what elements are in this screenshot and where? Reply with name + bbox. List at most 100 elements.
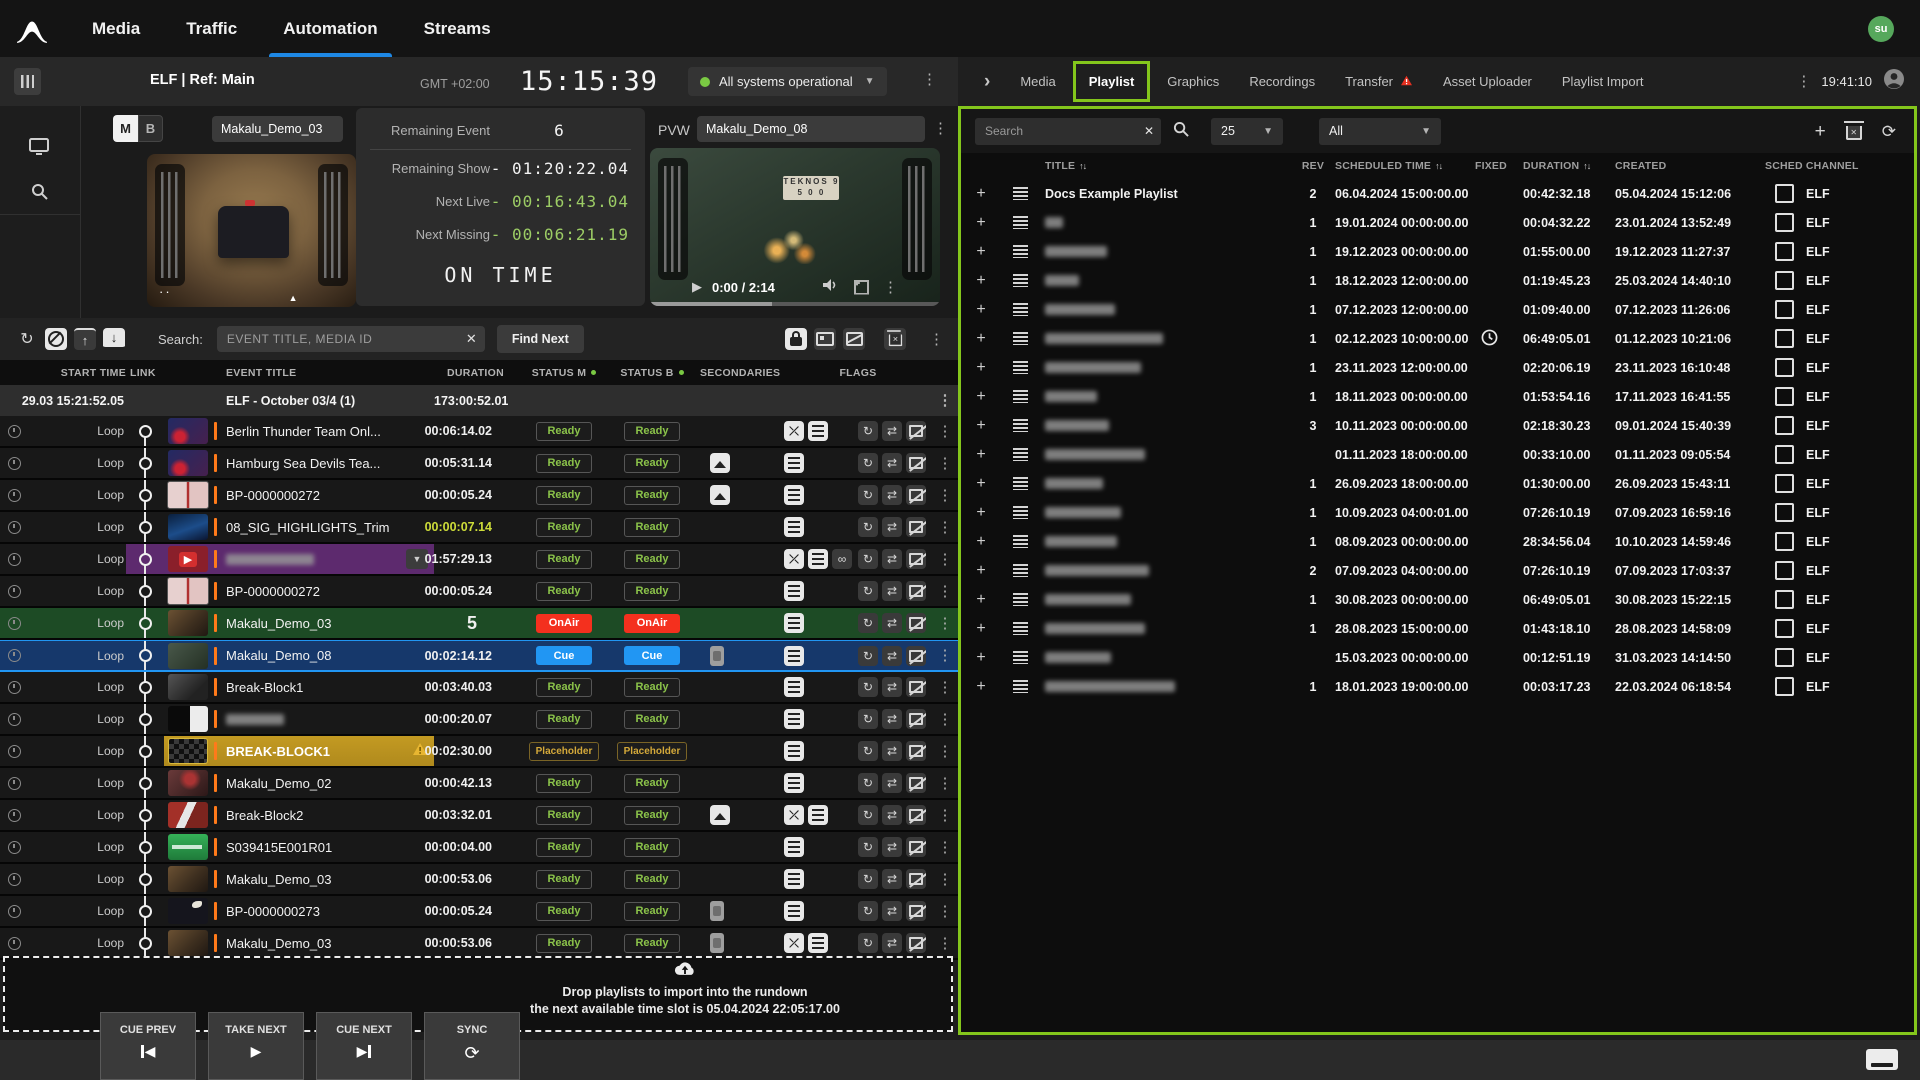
split-icon[interactable]: ⇄ bbox=[882, 646, 902, 666]
shuffle-icon[interactable]: ⤫ bbox=[784, 933, 804, 953]
delete-playlist-icon[interactable]: ✕ bbox=[1846, 126, 1862, 140]
row-kebab-menu[interactable]: ⋮ bbox=[932, 736, 958, 766]
graphics-disabled-icon[interactable] bbox=[906, 613, 926, 633]
fullscreen-icon[interactable] bbox=[854, 280, 869, 295]
repeat-icon[interactable]: ↻ bbox=[858, 485, 878, 505]
playlist-row[interactable]: +15.03.2023 00:00:00.0000:12:51.1931.03.… bbox=[961, 643, 1914, 672]
panel-tab-transfer[interactable]: Transfer bbox=[1345, 74, 1413, 89]
page-size-select[interactable]: 25▼ bbox=[1211, 118, 1283, 145]
add-to-rundown-icon[interactable]: + bbox=[961, 243, 1001, 261]
pgm-b-button[interactable]: B bbox=[138, 115, 163, 142]
system-status-dropdown[interactable]: All systems operational ▼ bbox=[688, 67, 887, 96]
channel-checkbox[interactable] bbox=[1775, 329, 1794, 348]
playlist-row[interactable]: +118.01.2023 19:00:00.0000:03:17.2322.03… bbox=[961, 672, 1914, 701]
secondary-list-icon[interactable] bbox=[784, 837, 804, 857]
row-kebab-menu[interactable]: ⋮ bbox=[932, 576, 958, 606]
graphics-disabled-icon[interactable] bbox=[906, 837, 926, 857]
nav-tab-media[interactable]: Media bbox=[92, 0, 140, 57]
split-icon[interactable]: ⇄ bbox=[882, 933, 902, 953]
nav-tab-traffic[interactable]: Traffic bbox=[186, 0, 237, 57]
secondary-list-icon[interactable] bbox=[808, 421, 828, 441]
repeat-icon[interactable]: ↻ bbox=[858, 869, 878, 889]
add-to-rundown-icon[interactable]: + bbox=[961, 214, 1001, 232]
repeat-icon[interactable]: ↻ bbox=[858, 933, 878, 953]
infinite-loop-icon[interactable]: ∞ bbox=[832, 549, 852, 569]
add-to-rundown-icon[interactable]: + bbox=[961, 562, 1001, 580]
channel-checkbox[interactable] bbox=[1775, 503, 1794, 522]
row-kebab-menu[interactable]: ⋮ bbox=[932, 608, 958, 638]
playlist-row[interactable]: +107.12.2023 12:00:00.0001:09:40.0007.12… bbox=[961, 295, 1914, 324]
nav-tab-streams[interactable]: Streams bbox=[424, 0, 491, 57]
pvw-video-preview[interactable]: TEKNOS 9 5 0 0 ▶ 0:00 / 2:14 ⋮ bbox=[650, 148, 940, 306]
pgm-m-button[interactable]: M bbox=[113, 115, 138, 142]
channel-checkbox[interactable] bbox=[1775, 648, 1794, 667]
rundown-row[interactable]: LoopHamburg Sea Devils Tea...00:05:31.14… bbox=[0, 448, 958, 480]
pgm-expand-arrow-icon[interactable]: ▲ bbox=[289, 293, 298, 303]
row-kebab-menu[interactable]: ⋮ bbox=[932, 800, 958, 830]
playlist-row[interactable]: +118.12.2023 12:00:00.0001:19:45.2325.03… bbox=[961, 266, 1914, 295]
split-icon[interactable]: ⇄ bbox=[882, 485, 902, 505]
playlist-row[interactable]: +128.08.2023 15:00:00.0001:43:18.1028.08… bbox=[961, 614, 1914, 643]
sort-icon[interactable]: ↑↓ bbox=[1583, 161, 1590, 171]
playlist-row[interactable]: +Docs Example Playlist206.04.2024 15:00:… bbox=[961, 179, 1914, 208]
graphics-disabled-icon[interactable] bbox=[906, 933, 926, 953]
secondary-event-icon[interactable] bbox=[710, 933, 724, 953]
transport-cue-prev-button[interactable]: CUE PREV◀ bbox=[100, 1012, 196, 1080]
pgm-source-input[interactable] bbox=[212, 116, 343, 142]
repeat-icon[interactable]: ↻ bbox=[858, 453, 878, 473]
graphics-disabled-icon[interactable] bbox=[906, 485, 926, 505]
add-to-rundown-icon[interactable]: + bbox=[961, 185, 1001, 203]
split-icon[interactable]: ⇄ bbox=[882, 837, 902, 857]
rundown-group-row[interactable]: 29.03 15:21:52.05 ELF - October 03/4 (1)… bbox=[0, 385, 958, 418]
row-kebab-menu[interactable]: ⋮ bbox=[932, 672, 958, 702]
split-icon[interactable]: ⇄ bbox=[882, 805, 902, 825]
delete-icon[interactable]: ✕ bbox=[884, 328, 906, 350]
add-to-rundown-icon[interactable]: + bbox=[961, 301, 1001, 319]
playlist-row[interactable]: +130.08.2023 00:00:00.0006:49:05.0130.08… bbox=[961, 585, 1914, 614]
channel-checkbox[interactable] bbox=[1775, 619, 1794, 638]
refresh-icon[interactable]: ↻ bbox=[16, 328, 38, 350]
row-kebab-menu[interactable]: ⋮ bbox=[932, 704, 958, 734]
rundown-row[interactable]: Loop▼01:57:29.13ReadyReady⤫∞↻⇄⋮ bbox=[0, 544, 958, 576]
rundown-row[interactable]: LoopBP-000000027300:00:05.24ReadyReady↻⇄… bbox=[0, 896, 958, 928]
row-kebab-menu[interactable]: ⋮ bbox=[932, 896, 958, 926]
playlist-row[interactable]: +01.11.2023 18:00:00.0000:33:10.0001.11.… bbox=[961, 440, 1914, 469]
channel-checkbox[interactable] bbox=[1775, 532, 1794, 551]
secondary-list-icon[interactable] bbox=[784, 741, 804, 761]
secondary-list-icon[interactable] bbox=[808, 933, 828, 953]
id-card-icon[interactable] bbox=[814, 328, 836, 350]
secondary-graphic-icon[interactable] bbox=[710, 485, 730, 505]
account-icon[interactable] bbox=[1882, 67, 1906, 96]
sort-icon[interactable]: ↑↓ bbox=[1079, 161, 1086, 171]
add-to-rundown-icon[interactable]: + bbox=[961, 504, 1001, 522]
channel-checkbox[interactable] bbox=[1775, 474, 1794, 493]
pvw-kebab-menu[interactable]: ⋮ bbox=[933, 121, 948, 136]
rundown-row[interactable]: LoopBerlin Thunder Team Onl...00:06:14.0… bbox=[0, 416, 958, 448]
header-kebab-menu[interactable]: ⋮ bbox=[922, 72, 937, 87]
rundown-row[interactable]: LoopBreak-Block200:03:32.01ReadyReady⤫↻⇄… bbox=[0, 800, 958, 832]
repeat-icon[interactable]: ↻ bbox=[858, 901, 878, 921]
rundown-row[interactable]: LoopMakalu_Demo_0800:02:14.12CueCue↻⇄⋮ bbox=[0, 640, 958, 672]
split-icon[interactable]: ⇄ bbox=[882, 901, 902, 921]
repeat-icon[interactable]: ↻ bbox=[858, 421, 878, 441]
jump-to-top-icon[interactable]: ↑ bbox=[74, 328, 96, 350]
secondary-list-icon[interactable] bbox=[784, 646, 804, 666]
graphics-disabled-icon[interactable] bbox=[906, 646, 926, 666]
secondary-list-icon[interactable] bbox=[784, 869, 804, 889]
split-icon[interactable]: ⇄ bbox=[882, 517, 902, 537]
rundown-row[interactable]: Loop08_SIG_HIGHLIGHTS_Trim00:00:07.14Rea… bbox=[0, 512, 958, 544]
secondary-list-icon[interactable] bbox=[784, 773, 804, 793]
add-playlist-icon[interactable]: + bbox=[1815, 122, 1826, 141]
rundown-row[interactable]: LoopBP-000000027200:00:05.24ReadyReady↻⇄… bbox=[0, 576, 958, 608]
repeat-icon[interactable]: ↻ bbox=[858, 517, 878, 537]
repeat-icon[interactable]: ↻ bbox=[858, 741, 878, 761]
add-to-rundown-icon[interactable]: + bbox=[961, 475, 1001, 493]
play-icon[interactable]: ▶ bbox=[692, 279, 702, 295]
playlist-row[interactable]: +119.01.2024 00:00:00.0000:04:32.2223.01… bbox=[961, 208, 1914, 237]
split-icon[interactable]: ⇄ bbox=[882, 549, 902, 569]
jump-to-bottom-icon[interactable]: ↓ bbox=[103, 328, 125, 350]
rundown-row[interactable]: Loop00:00:20.07ReadyReady↻⇄⋮ bbox=[0, 704, 958, 736]
channel-checkbox[interactable] bbox=[1775, 445, 1794, 464]
graphics-disabled-icon[interactable] bbox=[906, 421, 926, 441]
shuffle-icon[interactable]: ⤫ bbox=[784, 421, 804, 441]
